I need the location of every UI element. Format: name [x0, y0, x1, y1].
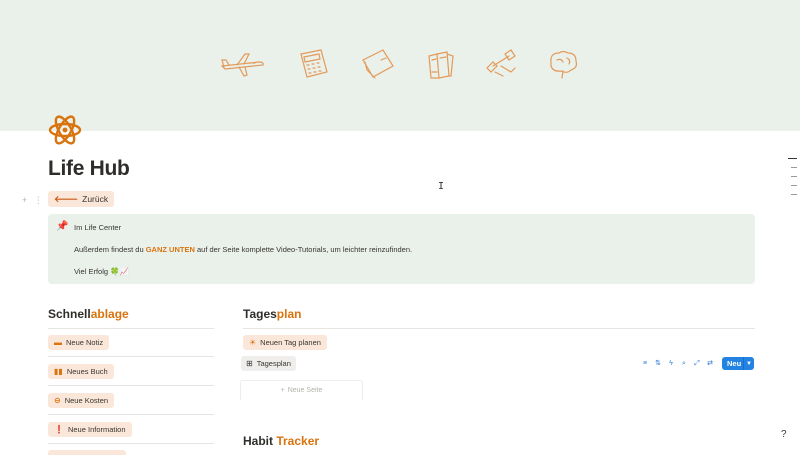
outline-tick — [791, 176, 797, 177]
plus-icon: + — [280, 387, 285, 394]
gallery-icon: ⊞ — [246, 359, 253, 368]
plan-day-button[interactable]: ☀ Neuen Tag planen — [243, 335, 327, 350]
schnellablage-heading-accent: ablage — [90, 307, 129, 321]
new-cost-button[interactable]: ⊖ Neue Kosten — [48, 393, 115, 408]
settings-icon[interactable]: ⇄ — [706, 360, 714, 368]
callout-line-2-end: auf der Seite komplette Video-Tutorials,… — [194, 245, 413, 254]
callout-block[interactable]: 📌 Im Life Center Außerdem findest du GAN… — [48, 214, 755, 284]
airplane-icon — [219, 46, 265, 82]
divider — [48, 443, 214, 444]
new-information-label: Neue Information — [67, 425, 126, 434]
filter-icon[interactable]: ≡ — [641, 360, 649, 368]
wallet-icon — [355, 46, 401, 82]
sunrise-icon: ☀ — [249, 338, 257, 347]
calculator-icon — [291, 46, 337, 82]
outline-tick — [788, 158, 797, 159]
outline-tick — [791, 185, 797, 186]
info-icon: ❗ — [54, 425, 64, 434]
habit-tracker-heading-accent: Tracker — [276, 434, 320, 448]
books-icon — [421, 46, 467, 82]
new-note-label: Neue Notiz — [66, 338, 104, 347]
search-icon[interactable]: ⌕ — [680, 360, 688, 368]
callout-line-1: Im Life Center — [74, 223, 122, 232]
new-book-button[interactable]: ▮▮ Neues Buch — [48, 364, 114, 379]
new-cost-label: Neue Kosten — [64, 396, 109, 405]
outline-indicator[interactable] — [788, 158, 797, 203]
more-button-partial[interactable] — [48, 450, 126, 455]
back-button-label: Zurück — [82, 194, 109, 204]
new-information-button[interactable]: ❗ Neue Information — [48, 422, 132, 437]
chevron-down-icon[interactable]: ▼ — [744, 361, 752, 367]
new-note-button[interactable]: ▬ Neue Notiz — [48, 335, 110, 350]
page-cover[interactable] — [0, 0, 800, 131]
new-entry-button[interactable]: Neu ▼ — [722, 357, 754, 370]
divider — [48, 356, 214, 357]
schnellablage-heading: Schnellablage — [48, 307, 129, 321]
tagesplan-heading-accent: plan — [276, 307, 302, 321]
brain-icon — [541, 46, 587, 82]
atom-icon[interactable] — [48, 113, 82, 147]
dumbbell-icon — [481, 46, 527, 82]
new-entry-label: Neu — [727, 359, 742, 368]
tab-tagesplan[interactable]: ⊞ Tagesplan — [241, 356, 296, 371]
new-page-card[interactable]: + Neue Seite — [240, 380, 363, 400]
sort-icon[interactable]: ⇅ — [654, 360, 662, 368]
divider — [243, 328, 755, 329]
schnellablage-heading-plain: Schnell — [48, 307, 91, 321]
callout-line-2: Außerdem findest du GANZ UNTEN auf der S… — [74, 245, 412, 254]
note-icon: ▬ — [54, 338, 62, 347]
new-book-label: Neues Buch — [66, 367, 108, 376]
tab-tagesplan-label: Tagesplan — [256, 359, 291, 368]
divider — [48, 414, 214, 415]
help-icon[interactable]: ? — [781, 429, 787, 440]
expand-icon[interactable]: ⤢ — [693, 360, 701, 368]
callout-line-3: Viel Erfolg 🍀📈 — [74, 267, 129, 276]
minus-circle-icon: ⊖ — [54, 396, 61, 405]
book-icon: ▮▮ — [54, 367, 63, 376]
habit-tracker-heading: Habit Tracker — [243, 434, 319, 448]
page-title[interactable]: Life Hub — [48, 157, 130, 181]
outline-tick — [791, 194, 797, 195]
automation-icon[interactable]: ϟ — [667, 360, 675, 368]
text-cursor-icon: I — [438, 181, 445, 192]
outline-tick — [791, 167, 797, 168]
arrow-left-icon: 🡐 — [54, 193, 79, 204]
plan-day-label: Neuen Tag planen — [260, 338, 321, 347]
back-button[interactable]: 🡐 Zurück — [48, 191, 115, 207]
callout-line-2-start: Außerdem findest du — [74, 245, 146, 254]
database-toolbar: ≡ ⇅ ϟ ⌕ ⤢ ⇄ — [641, 357, 714, 371]
tagesplan-heading-plain: Tages — [243, 307, 277, 321]
cover-icon-row — [0, 46, 800, 86]
tagesplan-heading: Tagesplan — [243, 307, 301, 321]
habit-tracker-heading-plain: Habit — [243, 434, 277, 448]
pushpin-icon: 📌 — [56, 221, 69, 232]
divider — [48, 385, 214, 386]
divider — [48, 328, 214, 329]
callout-emphasis: GANZ UNTEN — [145, 245, 195, 254]
new-page-label: Neue Seite — [287, 387, 323, 394]
